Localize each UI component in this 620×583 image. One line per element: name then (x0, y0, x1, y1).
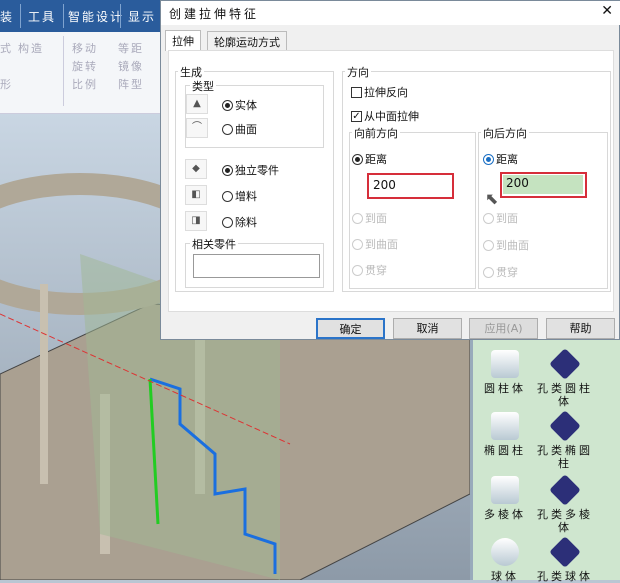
hole-sphere-icon (549, 536, 581, 568)
library-item-hole-prism[interactable]: 孔类多棱体 (535, 474, 595, 534)
surface-icon: ⌒ (186, 118, 208, 138)
backward-radio-through[interactable]: 贯穿 (483, 264, 518, 280)
cancel-button[interactable]: 取消 (393, 318, 462, 339)
radio-add-material[interactable]: 增料 (222, 188, 257, 204)
remove-material-icon: ◨ (185, 211, 207, 231)
forward-label: 向前方向 (352, 125, 400, 141)
ribbon-tab-smart-design[interactable]: 智能设计 (68, 8, 124, 25)
backward-radio-distance[interactable]: 距离 (483, 151, 518, 167)
backward-label: 向后方向 (481, 125, 529, 141)
hole-prism-icon (549, 474, 581, 506)
backward-radio-to-face[interactable]: 到面 (483, 210, 518, 226)
forward-radio-distance[interactable]: 距离 (352, 151, 387, 167)
ribbon-item-pattern[interactable]: 阵型 (118, 76, 144, 92)
tab-panel: 生成 类型 ▲ ⌒ 实体 曲面 ◆ ◧ ◨ 独立零件 增料 除料 相关零件 方向… (168, 50, 614, 312)
ribbon-item-rotate[interactable]: 旋转 (72, 58, 98, 74)
direction-group: 方向 拉伸反向 ✓ 从中面拉伸 向前方向 距离 200 到面 到曲面 贯穿 向后方… (342, 64, 611, 292)
ribbon-tab-display[interactable]: 显示 (128, 8, 156, 25)
ribbon-item-mirror[interactable]: 镜像 (118, 58, 144, 74)
add-material-icon: ◧ (185, 185, 207, 205)
library-item-hole-sphere[interactable]: 孔类球体 (535, 536, 595, 583)
ribbon-item-scale[interactable]: 比例 (72, 76, 98, 92)
library-item-hole-elliptic-cylinder[interactable]: 孔类椭圆柱 (535, 410, 595, 470)
dialog-title: 创建拉伸特征 (161, 1, 620, 25)
library-item-cylinder[interactable]: 圆柱体 (475, 350, 535, 395)
sphere-icon (491, 538, 519, 566)
related-part-label: 相关零件 (190, 236, 238, 252)
mid-plane-checkbox[interactable]: ✓ 从中面拉伸 (351, 108, 419, 124)
hole-elliptic-cylinder-icon (549, 410, 581, 442)
radio-independent-part[interactable]: 独立零件 (222, 162, 279, 178)
backward-distance-input[interactable]: 200 (503, 175, 583, 194)
radio-remove-material[interactable]: 除料 (222, 214, 257, 230)
hole-cylinder-icon (549, 348, 581, 380)
type-label: 类型 (190, 78, 216, 94)
library-item-prism[interactable]: 多棱体 (475, 476, 535, 521)
related-part-group: 相关零件 (185, 236, 324, 288)
library-item-elliptic-cylinder[interactable]: 椭圆柱 (475, 412, 535, 457)
tab-profile-motion[interactable]: 轮廓运动方式 (207, 31, 287, 50)
elliptic-cylinder-icon (491, 412, 519, 440)
solid-icon: ▲ (186, 94, 208, 114)
forward-radio-to-surface[interactable]: 到曲面 (352, 236, 398, 252)
backward-radio-to-surface[interactable]: 到曲面 (483, 237, 529, 253)
direction-label: 方向 (345, 64, 371, 80)
cylinder-icon (491, 350, 519, 378)
radio-solid[interactable]: 实体 (222, 97, 257, 113)
related-part-input[interactable] (193, 254, 320, 278)
forward-radio-through[interactable]: 贯穿 (352, 262, 387, 278)
extrude-dialog: 创建拉伸特征 ✕ 拉伸 轮廓运动方式 生成 类型 ▲ ⌒ 实体 曲面 ◆ ◧ ◨… (160, 0, 620, 340)
tab-extrude[interactable]: 拉伸 (165, 30, 201, 51)
ribbon-item-construct[interactable]: 构造 (18, 40, 44, 56)
ribbon-item[interactable]: 形 (0, 76, 13, 92)
apply-button[interactable]: 应用(A) (469, 318, 538, 339)
ribbon-item-move[interactable]: 移动 (72, 40, 98, 56)
prism-icon (491, 476, 519, 504)
close-icon[interactable]: ✕ (601, 3, 613, 19)
generate-group: 生成 类型 ▲ ⌒ 实体 曲面 ◆ ◧ ◨ 独立零件 增料 除料 相关零件 (175, 64, 334, 292)
feature-library-panel: 圆柱体 孔类圆柱体 椭圆柱 孔类椭圆柱 多棱体 孔类多棱体 球体 孔类球体 (470, 340, 620, 583)
backward-group: 向后方向 距离 200 ⬉ 到面 到曲面 贯穿 (478, 125, 608, 289)
forward-group: 向前方向 距离 200 到面 到曲面 贯穿 (349, 125, 476, 289)
ribbon-tab[interactable]: 装 (0, 8, 14, 25)
ok-button[interactable]: 确定 (316, 318, 385, 339)
library-item-sphere[interactable]: 球体 (475, 538, 535, 583)
type-group: 类型 ▲ ⌒ 实体 曲面 (185, 78, 324, 148)
independent-part-icon: ◆ (185, 159, 207, 179)
radio-surface[interactable]: 曲面 (222, 121, 257, 137)
reverse-checkbox[interactable]: 拉伸反向 (351, 84, 408, 100)
library-item-hole-cylinder[interactable]: 孔类圆柱体 (535, 348, 595, 408)
ribbon-tab-tools[interactable]: 工具 (28, 8, 56, 25)
ribbon-item[interactable]: 式 (0, 40, 13, 56)
forward-radio-to-face[interactable]: 到面 (352, 210, 387, 226)
mouse-cursor-icon: ⬉ (485, 189, 499, 208)
help-button[interactable]: 帮助 (546, 318, 615, 339)
forward-distance-input[interactable]: 200 (367, 173, 454, 199)
ribbon-item-offset[interactable]: 等距 (118, 40, 144, 56)
